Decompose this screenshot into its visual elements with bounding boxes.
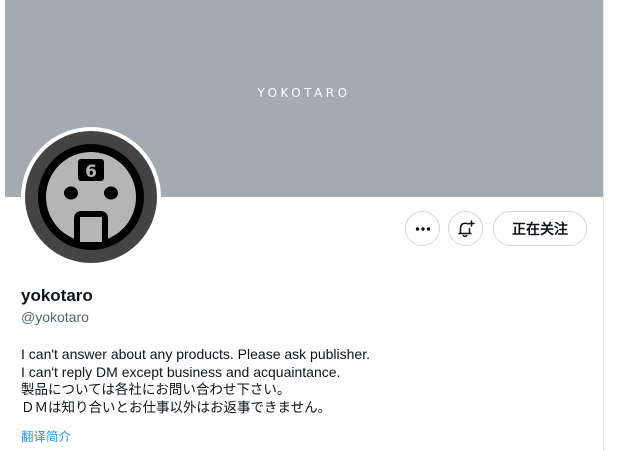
more-button[interactable] [405, 211, 440, 246]
notifications-button[interactable] [448, 211, 483, 246]
bio-line: 製品については各社にお問い合わせ下さい。 [21, 382, 291, 398]
bio-line: ＤＭは知り合いとお仕事以外はお返事できません。 [21, 400, 332, 416]
column-divider [603, 0, 604, 451]
svg-text:6: 6 [85, 162, 97, 182]
profile-name: yokotaro [21, 286, 93, 305]
following-button[interactable]: 正在关注 [493, 211, 587, 246]
translate-bio-link[interactable]: 翻译简介 [21, 426, 71, 445]
more-horizontal-icon [415, 226, 430, 231]
banner-text: YOKOTARO [257, 86, 351, 100]
profile-bio: I can't answer about any products. Pleas… [21, 345, 591, 417]
bio-line: I can't answer about any products. Pleas… [21, 346, 370, 362]
avatar[interactable]: 6 [21, 127, 161, 267]
bio-line: I can't reply DM except business and acq… [21, 364, 341, 380]
yokotaro-mask-avatar-icon: 6 [25, 131, 157, 263]
profile-page: YOKOTARO 6 正在关注 yokotaro @yokotaro I can… [0, 0, 619, 451]
profile-handle: @yokotaro [21, 309, 89, 325]
bell-plus-icon [457, 219, 475, 237]
